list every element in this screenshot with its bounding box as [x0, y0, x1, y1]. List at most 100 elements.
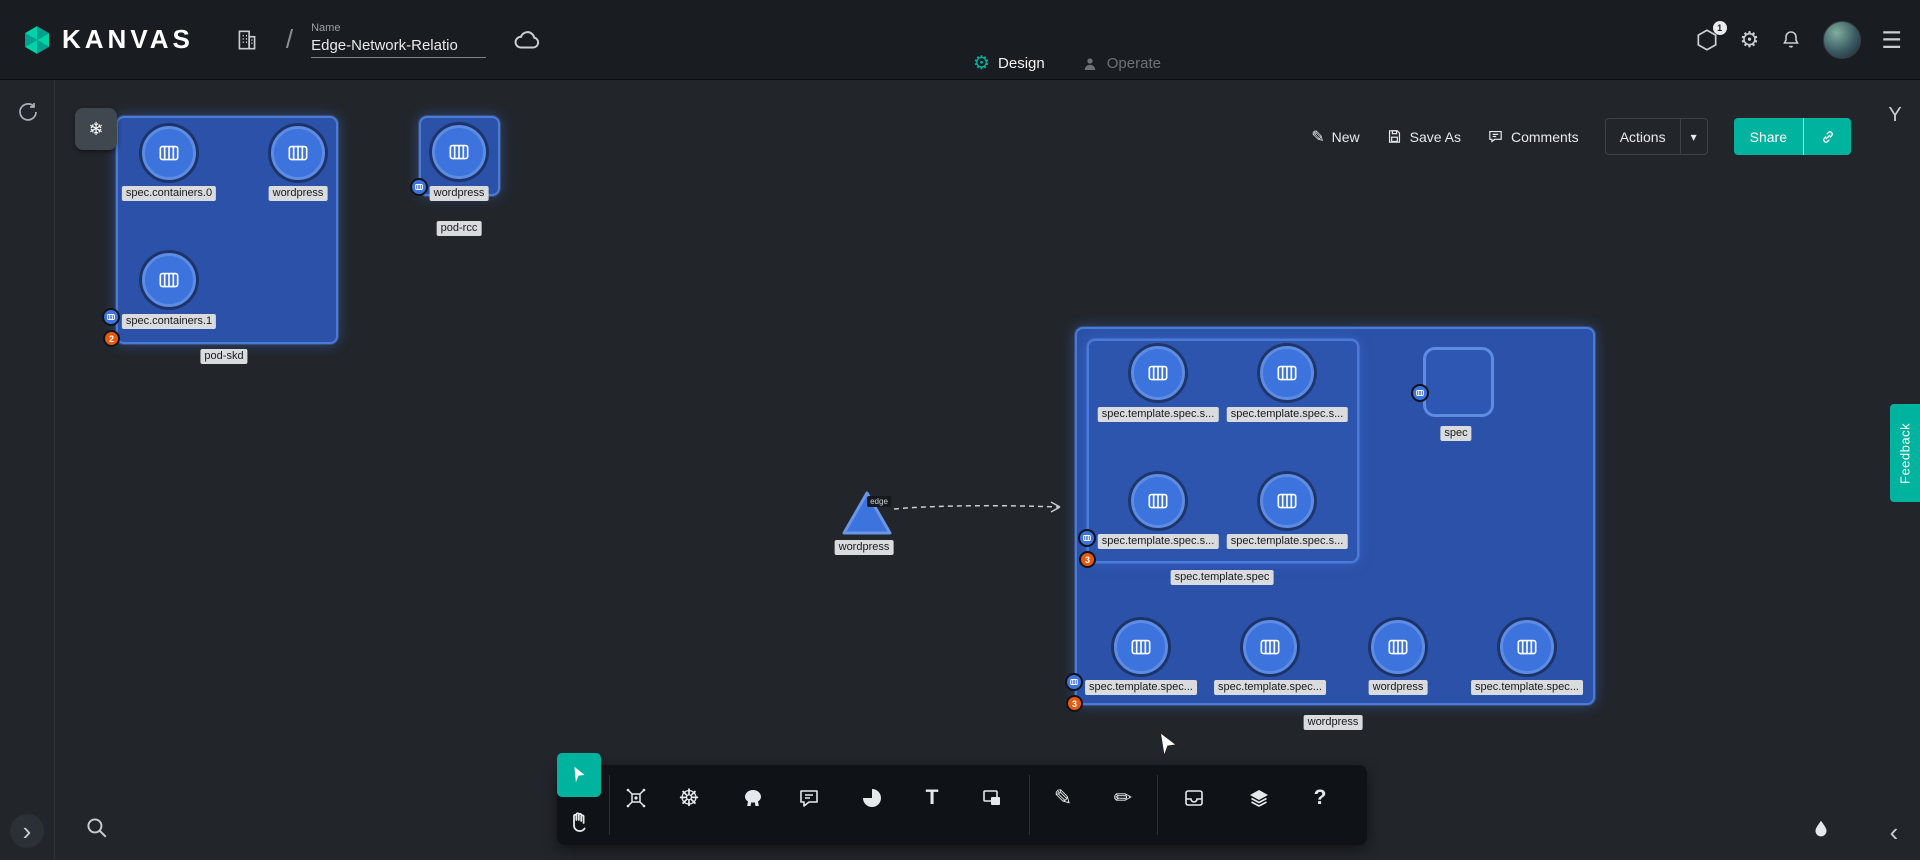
- help-icon: ?: [1314, 786, 1327, 810]
- text-tool-button[interactable]: T: [915, 781, 949, 815]
- header-actions: 1 ⚙ ☰: [1694, 0, 1902, 80]
- left-rail: [0, 80, 55, 860]
- ink-drop-icon[interactable]: [1799, 807, 1843, 851]
- container-node[interactable]: [271, 126, 325, 180]
- save-as-label: Save As: [1410, 129, 1461, 145]
- node-label: spec.template.spec.s...: [1227, 407, 1348, 422]
- annotate-tool-button[interactable]: ✎: [1046, 781, 1080, 815]
- expand-panel-chevron-icon[interactable]: ›: [10, 814, 44, 848]
- group-label: spec.template.spec: [1171, 570, 1274, 585]
- frame-shapes-icon: [980, 786, 1004, 810]
- shapes-tool-button[interactable]: [736, 781, 770, 815]
- pan-tool-button[interactable]: [562, 805, 596, 839]
- container-icon: [156, 267, 182, 293]
- design-name-input[interactable]: Edge-Network-Relatio: [311, 37, 486, 58]
- zoom-search-icon[interactable]: [76, 807, 116, 847]
- container-icon: [1257, 634, 1283, 660]
- design-tab-label: Design: [998, 55, 1045, 72]
- comment-bubble-icon: [797, 786, 821, 810]
- share-button-group: Share: [1734, 118, 1851, 155]
- feedback-tab[interactable]: Feedback: [1890, 404, 1920, 502]
- node-label: spec.template.spec.s...: [1098, 534, 1219, 549]
- notifications-bell-icon[interactable]: [1779, 28, 1803, 52]
- node-label: spec.template.spec.s...: [1098, 407, 1219, 422]
- container-node[interactable]: [1114, 620, 1168, 674]
- actions-label: Actions: [1606, 129, 1680, 145]
- node-label: wordpress: [430, 186, 489, 201]
- container-node[interactable]: [432, 125, 486, 179]
- node-label: spec: [1440, 426, 1471, 441]
- container-node[interactable]: [1243, 620, 1297, 674]
- design-toolbar: ✎ New Save As Comments Actions ▾ Share: [1311, 118, 1851, 155]
- container-node[interactable]: [1500, 620, 1554, 674]
- container-node[interactable]: [1260, 474, 1314, 528]
- sketch-tool-button[interactable]: ✏: [1106, 781, 1140, 815]
- issue-count-badge: 2: [103, 330, 120, 347]
- extensions-hexagon-icon[interactable]: 1: [1694, 27, 1720, 53]
- help-button[interactable]: ?: [1303, 781, 1337, 815]
- layers-panel-button[interactable]: [1242, 781, 1276, 815]
- issue-count-badge: 3: [1066, 695, 1083, 712]
- settings-gear-icon[interactable]: ⚙: [1740, 27, 1760, 53]
- tab-operate[interactable]: Operate: [1081, 55, 1161, 73]
- history-sync-icon[interactable]: [14, 98, 42, 126]
- meshery-tool-button[interactable]: [855, 781, 889, 815]
- save-icon: [1386, 128, 1403, 145]
- container-node[interactable]: [1260, 346, 1314, 400]
- pen-icon: ✏: [1114, 785, 1132, 811]
- container-icon: [1514, 634, 1540, 660]
- container-icon: [1274, 360, 1300, 386]
- container-icon: [156, 140, 182, 166]
- spec-node[interactable]: [1423, 347, 1494, 417]
- container-node[interactable]: [1371, 620, 1425, 674]
- comment-tool-button[interactable]: [792, 781, 826, 815]
- group-kind-badge-icon: [410, 178, 428, 196]
- operate-tab-label: Operate: [1107, 55, 1161, 72]
- caret-down-icon[interactable]: ▾: [1681, 130, 1707, 144]
- container-node[interactable]: [1131, 474, 1185, 528]
- container-node[interactable]: [142, 253, 196, 307]
- pencil-icon: ✎: [1311, 127, 1324, 147]
- kubernetes-context-button[interactable]: ❄: [75, 108, 117, 150]
- container-node[interactable]: [1131, 346, 1185, 400]
- tool-dock: ☸ T ✎ ✏: [557, 765, 1367, 845]
- import-drawer-button[interactable]: [1177, 781, 1211, 815]
- connection-edge[interactable]: [888, 496, 1074, 518]
- save-as-button[interactable]: Save As: [1386, 128, 1461, 145]
- components-tool-button[interactable]: [619, 781, 653, 815]
- group-label: pod-rcc: [437, 221, 482, 236]
- node-label: spec.containers.1: [122, 314, 216, 329]
- meshery-logo-icon: [860, 786, 884, 810]
- shapes-icon: [741, 786, 765, 810]
- group-label: wordpress: [1304, 715, 1363, 730]
- container-icon: [1385, 634, 1411, 660]
- tab-design[interactable]: ⚙ Design: [973, 52, 1045, 75]
- edge-label: edge: [867, 496, 891, 507]
- copy-link-button[interactable]: [1803, 118, 1851, 155]
- dock-divider: [1029, 775, 1030, 835]
- kubernetes-tool-button[interactable]: ☸: [672, 781, 706, 815]
- component-icon: [624, 786, 648, 810]
- container-node[interactable]: [142, 126, 196, 180]
- group-spec-template-spec[interactable]: [1087, 339, 1359, 563]
- actions-split-button[interactable]: Actions ▾: [1605, 118, 1708, 155]
- frame-tool-button[interactable]: [975, 781, 1009, 815]
- container-icon: [1145, 488, 1171, 514]
- collapse-panel-chevron-icon[interactable]: ‹: [1878, 816, 1910, 848]
- hamburger-menu-icon[interactable]: ☰: [1881, 27, 1902, 54]
- node-kind-badge-icon: [1411, 384, 1429, 402]
- node-label: spec.template.spec...: [1214, 680, 1326, 695]
- layers-icon: [1247, 786, 1271, 810]
- user-avatar[interactable]: [1823, 21, 1861, 59]
- group-kind-badge-icon: [1078, 529, 1096, 547]
- organization-icon[interactable]: [234, 27, 260, 53]
- container-icon: [1274, 488, 1300, 514]
- comments-button[interactable]: Comments: [1487, 128, 1579, 145]
- pencil-edit-icon: ✎: [1054, 785, 1072, 811]
- new-design-button[interactable]: ✎ New: [1311, 127, 1359, 147]
- select-tool-button[interactable]: [557, 753, 601, 797]
- collab-presence-icon[interactable]: Y: [1880, 100, 1910, 130]
- share-button[interactable]: Share: [1734, 118, 1803, 155]
- node-label: spec.containers.0: [122, 186, 216, 201]
- design-name-field: Name Edge-Network-Relatio: [311, 22, 486, 58]
